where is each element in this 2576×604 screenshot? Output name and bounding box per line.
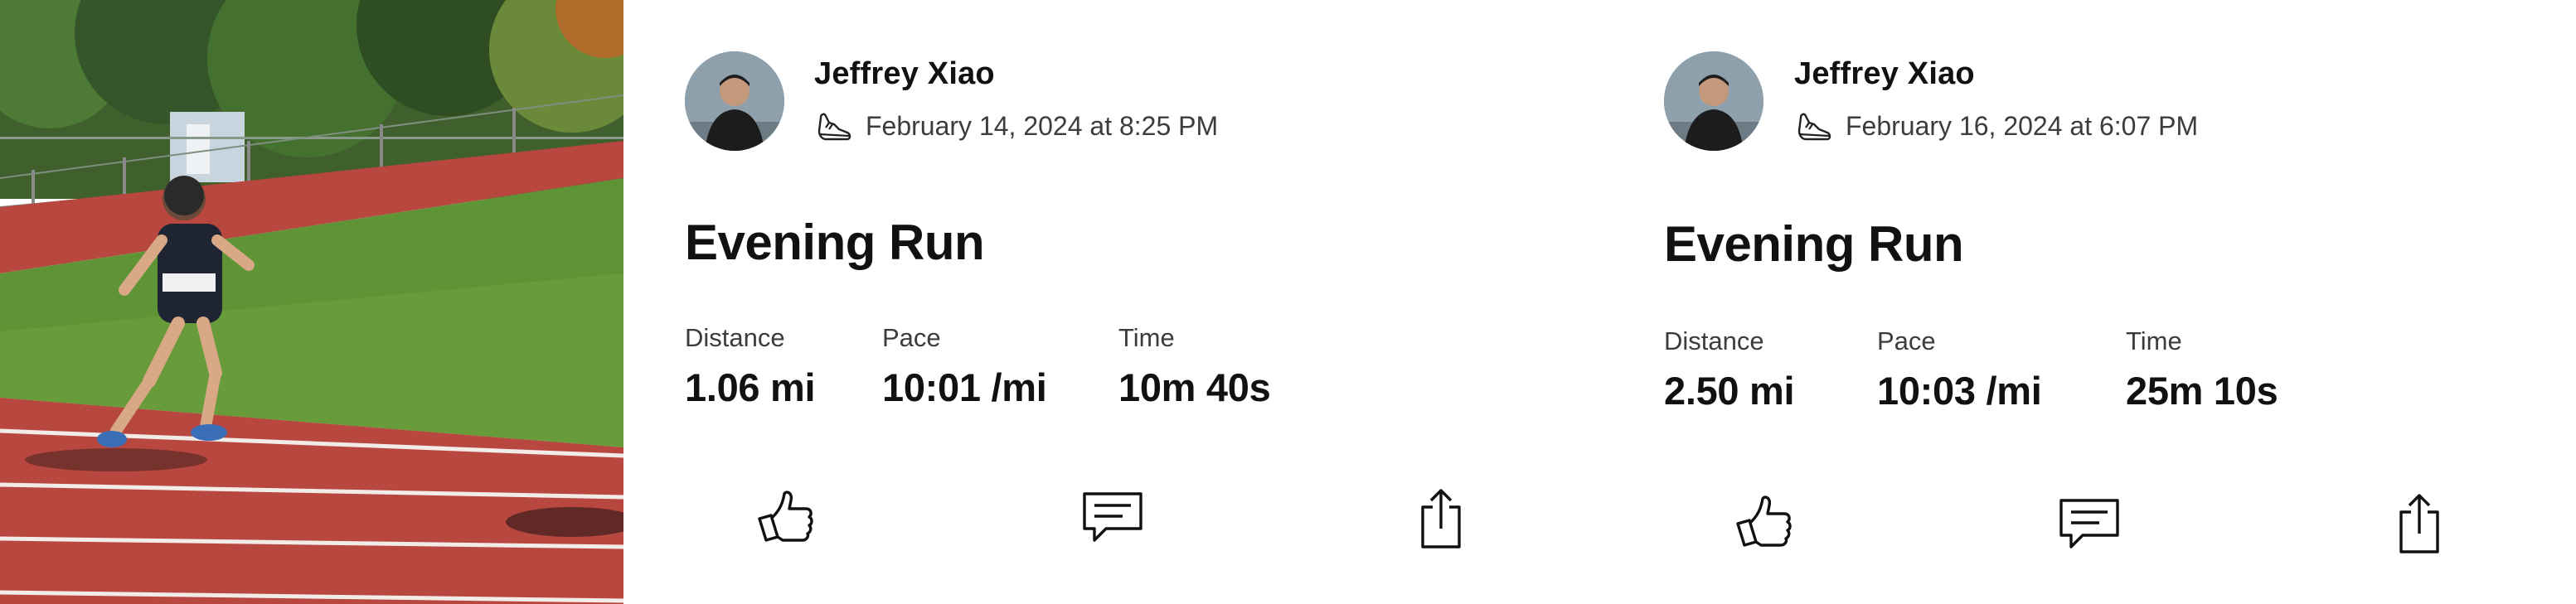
stat-label: Pace [1877, 326, 1936, 355]
avatar[interactable] [685, 51, 784, 151]
stat-pace: Pace 10:01 /mi [882, 323, 1047, 410]
stat-value: 10:03 /mi [1877, 369, 2042, 413]
avatar-image [1664, 51, 1763, 151]
stat-label: Pace [882, 323, 941, 352]
comment-icon [1083, 492, 1142, 542]
avatar-image [685, 51, 784, 151]
comment-button[interactable] [2058, 495, 2121, 553]
stat-label: Distance [685, 323, 785, 352]
runner-photo-image [0, 0, 623, 604]
stat-distance: Distance 2.50 mi [1664, 326, 1795, 413]
stat-value: 1.06 mi [685, 365, 816, 409]
activity-photo[interactable] [0, 0, 623, 604]
kudos-button[interactable] [754, 486, 817, 548]
share-icon [1421, 489, 1461, 548]
athlete-name[interactable]: Jeffrey Xiao [1794, 56, 1975, 92]
stat-time: Time 10m 40s [1118, 323, 1271, 410]
activity-title[interactable]: Evening Run [1664, 215, 1964, 273]
stat-time: Time 25m 10s [2126, 326, 2278, 413]
athlete-name[interactable]: Jeffrey Xiao [814, 56, 995, 92]
thumbs-up-icon [1736, 495, 1792, 547]
avatar[interactable] [1664, 51, 1763, 151]
stat-pace: Pace 10:03 /mi [1877, 326, 2042, 413]
activity-card[interactable]: Jeffrey Xiao February 14, 2024 at 8:25 P… [623, 0, 1602, 604]
thumbs-up-icon [758, 490, 813, 542]
share-button[interactable] [2396, 490, 2443, 557]
activity-title[interactable]: Evening Run [685, 214, 985, 271]
activity-date[interactable]: February 16, 2024 at 6:07 PM [1846, 111, 2198, 142]
stat-label: Distance [1664, 326, 1764, 355]
stat-value: 10m 40s [1118, 365, 1271, 409]
running-shoe-icon [817, 113, 851, 141]
activity-meta: February 14, 2024 at 8:25 PM [814, 106, 1218, 146]
activity-meta: February 16, 2024 at 6:07 PM [1794, 106, 2198, 146]
kudos-button[interactable] [1733, 490, 1796, 553]
share-icon [2399, 494, 2439, 553]
stat-distance: Distance 1.06 mi [685, 323, 816, 410]
activity-date[interactable]: February 14, 2024 at 8:25 PM [866, 111, 1218, 142]
stat-value: 10:01 /mi [882, 365, 1047, 409]
comment-button[interactable] [1081, 489, 1144, 547]
stat-label: Time [2126, 326, 2182, 355]
running-shoe-icon [1797, 113, 1831, 141]
stat-value: 2.50 mi [1664, 369, 1795, 413]
share-button[interactable] [1418, 486, 1464, 552]
stat-value: 25m 10s [2126, 369, 2278, 413]
activity-card[interactable]: Jeffrey Xiao February 16, 2024 at 6:07 P… [1602, 0, 2576, 604]
stat-label: Time [1118, 323, 1175, 352]
comment-icon [2059, 499, 2119, 548]
